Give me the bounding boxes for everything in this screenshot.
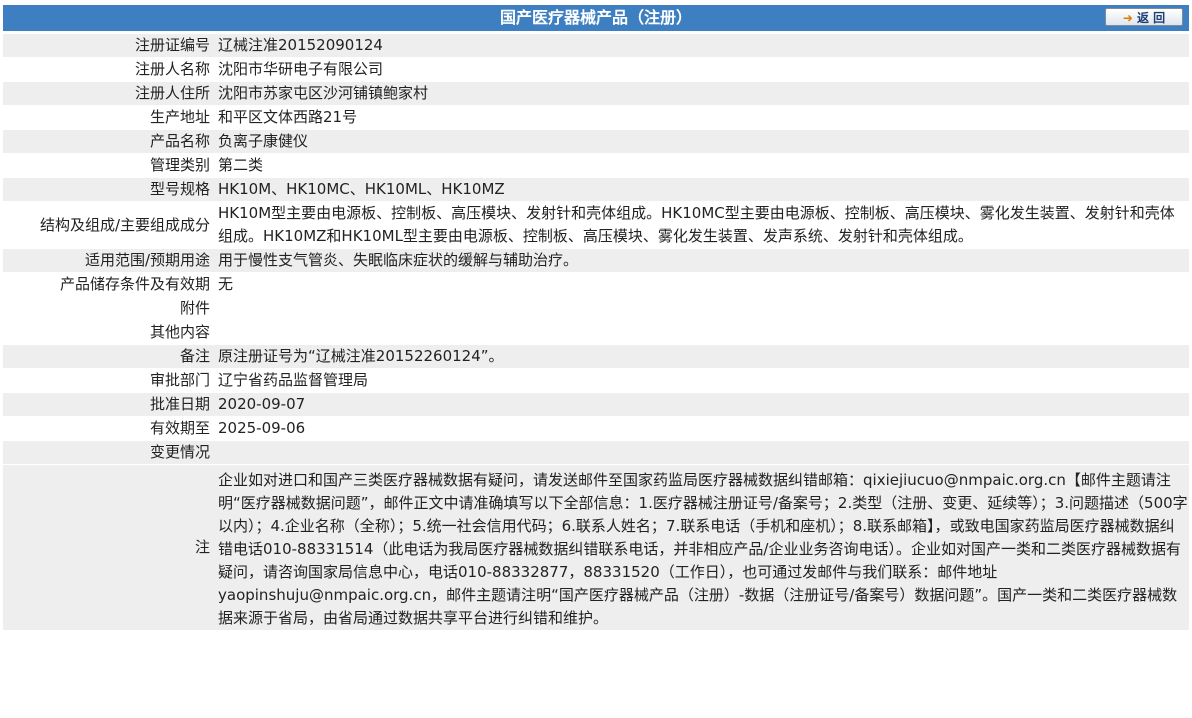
back-button-label: 返 回 [1136,11,1166,25]
back-button[interactable]: ➜ 返 回 [1105,8,1183,26]
field-label: 变更情况 [3,441,214,464]
field-value: 2025-09-06 [214,417,1189,440]
table-row: 管理类别 第二类 [3,154,1189,177]
field-label: 注册证编号 [3,34,214,57]
table-row: 产品储存条件及有效期 无 [3,273,1189,296]
table-row: 审批部门 辽宁省药品监督管理局 [3,369,1189,392]
table-row: 适用范围/预期用途 用于慢性支气管炎、失眠临床症状的缓解与辅助治疗。 [3,249,1189,272]
page: 国产医疗器械产品（注册） ➜ 返 回 注册证编号 辽械注准20152090124 … [0,5,1192,631]
table-row: 注册人住所 沈阳市苏家屯区沙河铺镇鲍家村 [3,82,1189,105]
note-text: 企业如对进口和国产三类医疗器械数据有疑问，请发送邮件至国家药监局医疗器械数据纠错… [214,465,1189,630]
field-value: HK10M、HK10MC、HK10ML、HK10MZ [214,178,1189,201]
field-value: 辽械注准20152090124 [214,34,1189,57]
field-value: HK10M型主要由电源板、控制板、高压模块、发射针和壳体组成。HK10MC型主要… [214,202,1189,248]
field-label: 生产地址 [3,106,214,129]
field-label: 管理类别 [3,154,214,177]
field-label: 产品储存条件及有效期 [3,273,214,296]
table-row: 附件 [3,297,1189,320]
field-label: 备注 [3,345,214,368]
field-label: 注册人名称 [3,58,214,81]
field-value: 和平区文体西路21号 [214,106,1189,129]
table-row: 注册证编号 辽械注准20152090124 [3,34,1189,57]
table-row: 结构及组成/主要组成成分 HK10M型主要由电源板、控制板、高压模块、发射针和壳… [3,202,1189,248]
field-value [214,441,1189,464]
field-label: 批准日期 [3,393,214,416]
table-row: 批准日期 2020-09-07 [3,393,1189,416]
field-label: 审批部门 [3,369,214,392]
field-value: 无 [214,273,1189,296]
field-value [214,321,1189,344]
table-row: 生产地址 和平区文体西路21号 [3,106,1189,129]
table-row: 变更情况 [3,441,1189,464]
title-bar: 国产医疗器械产品（注册） ➜ 返 回 [3,5,1189,31]
field-label: 附件 [3,297,214,320]
table-row: 其他内容 [3,321,1189,344]
field-value: 辽宁省药品监督管理局 [214,369,1189,392]
detail-table: 注册证编号 辽械注准20152090124 注册人名称 沈阳市华研电子有限公司 … [3,33,1189,631]
field-label: 有效期至 [3,417,214,440]
field-label: 结构及组成/主要组成成分 [3,202,214,248]
field-value [214,297,1189,320]
field-value: 第二类 [214,154,1189,177]
field-value: 负离子康健仪 [214,130,1189,153]
field-label: 产品名称 [3,130,214,153]
table-row: 有效期至 2025-09-06 [3,417,1189,440]
field-value: 原注册证号为“辽械注准20152260124”。 [214,345,1189,368]
field-value: 用于慢性支气管炎、失眠临床症状的缓解与辅助治疗。 [214,249,1189,272]
field-label: 注册人住所 [3,82,214,105]
field-label: 注 [3,465,214,630]
field-value: 沈阳市华研电子有限公司 [214,58,1189,81]
table-row: 注册人名称 沈阳市华研电子有限公司 [3,58,1189,81]
arrow-right-icon: ➜ [1122,11,1133,25]
table-row: 注 企业如对进口和国产三类医疗器械数据有疑问，请发送邮件至国家药监局医疗器械数据… [3,465,1189,630]
field-label: 其他内容 [3,321,214,344]
table-row: 备注 原注册证号为“辽械注准20152260124”。 [3,345,1189,368]
page-title: 国产医疗器械产品（注册） [499,8,692,27]
field-label: 适用范围/预期用途 [3,249,214,272]
field-label: 型号规格 [3,178,214,201]
field-value: 2020-09-07 [214,393,1189,416]
table-row: 产品名称 负离子康健仪 [3,130,1189,153]
field-value: 沈阳市苏家屯区沙河铺镇鲍家村 [214,82,1189,105]
table-row: 型号规格 HK10M、HK10MC、HK10ML、HK10MZ [3,178,1189,201]
